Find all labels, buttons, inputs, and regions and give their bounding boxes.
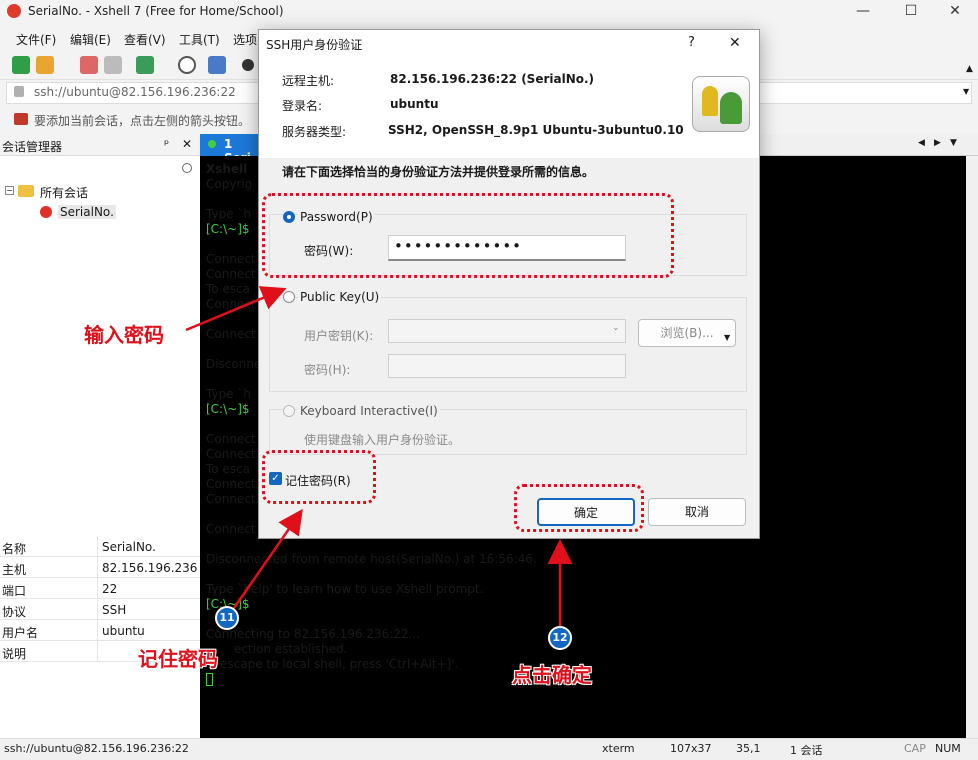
annotation-enter-password: 输入密码	[84, 323, 164, 347]
step-badge-11: 11	[215, 606, 239, 630]
arrow-to-password	[185, 286, 287, 332]
arrow-to-remember	[232, 508, 303, 609]
annotation-click-ok: 点击确定	[512, 663, 592, 687]
step-badge-12: 12	[548, 626, 572, 650]
annotation-remember-password: 记住密码	[138, 647, 218, 671]
